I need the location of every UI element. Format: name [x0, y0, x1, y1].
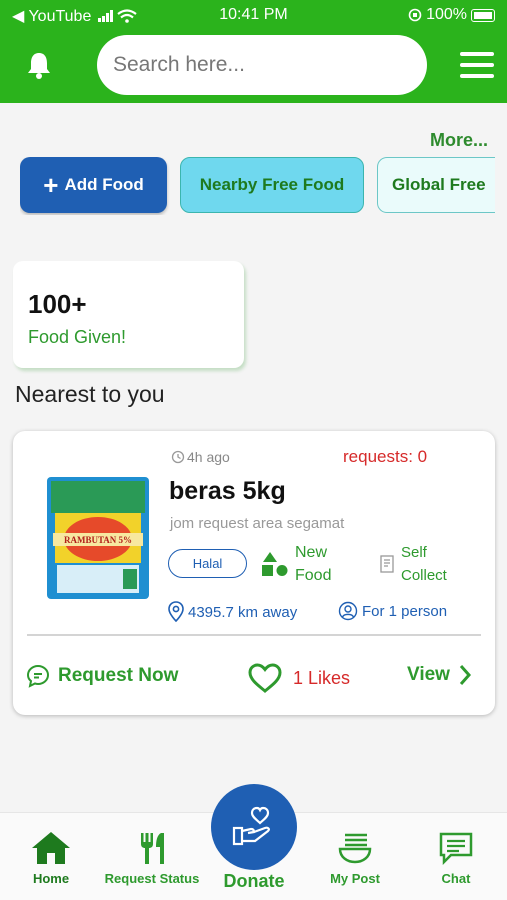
app-header: ◀ YouTube 10:41 PM 100%: [0, 0, 507, 103]
status-right: 100%: [408, 6, 495, 24]
new-food-line2: Food: [295, 567, 332, 584]
home-icon: [32, 832, 70, 864]
likes-count: 1 Likes: [293, 667, 351, 688]
food-image: RAMBUTAN 5%: [47, 477, 149, 599]
person-icon: [338, 601, 358, 621]
card-divider: [27, 634, 481, 636]
global-free-label: Global Free: [392, 175, 486, 194]
nav-request-status[interactable]: Request Status: [100, 831, 204, 886]
halal-badge: Halal: [168, 549, 247, 578]
portion-info: For 1 person: [338, 601, 447, 621]
view-label: View: [407, 664, 450, 685]
receipt-icon: [380, 555, 394, 573]
nav-my-post-label: My Post: [330, 871, 380, 886]
heart-icon: [248, 663, 282, 693]
nearby-free-food-button[interactable]: Nearby Free Food: [180, 157, 364, 213]
nav-request-status-label: Request Status: [104, 871, 200, 886]
nav-chat[interactable]: Chat: [425, 831, 487, 886]
distance-info: 4395.7 km away: [168, 601, 297, 623]
add-food-button[interactable]: + Add Food: [20, 157, 167, 213]
location-pin-icon: [168, 601, 184, 623]
self-collect-line2: Collect: [401, 567, 447, 584]
food-given-count: 100+: [28, 289, 87, 319]
request-now-button[interactable]: Request Now: [26, 664, 178, 688]
plus-icon: +: [43, 170, 59, 200]
noodle-bowl-icon: [338, 833, 372, 864]
distance-label: 4395.7 km away: [188, 603, 298, 621]
nav-home[interactable]: Home: [22, 831, 80, 886]
add-food-label: Add Food: [64, 175, 144, 194]
donate-hand-heart-icon: [232, 806, 270, 846]
donate-button[interactable]: [211, 784, 297, 870]
chat-icon: [439, 832, 473, 865]
posted-time: 4h ago: [171, 449, 230, 465]
battery-icon: [471, 8, 495, 22]
posted-time-label: 4h ago: [187, 449, 230, 465]
self-collect-tag: Self Collect: [379, 541, 447, 587]
section-title: Nearest to you: [15, 381, 165, 407]
portion-label: For 1 person: [362, 602, 448, 620]
self-collect-line1: Self: [401, 544, 427, 561]
more-link[interactable]: More...: [430, 130, 488, 151]
status-bar: ◀ YouTube 10:41 PM 100%: [0, 0, 507, 30]
global-free-button[interactable]: Global Free: [377, 157, 495, 213]
chat-bubble-icon: [26, 664, 50, 688]
search-input[interactable]: [97, 35, 427, 95]
food-description: jom request area segamat: [170, 515, 345, 532]
like-button[interactable]: 1 Likes: [247, 662, 350, 694]
chevron-right-icon: [459, 665, 471, 685]
battery-percent: 100%: [426, 6, 467, 23]
quick-actions: + Add Food Nearby Free Food Global Free: [20, 157, 495, 215]
orientation-lock-icon: [408, 8, 422, 22]
fork-knife-icon: [141, 833, 164, 864]
request-now-label: Request Now: [58, 665, 179, 686]
bell-icon[interactable]: [25, 50, 53, 80]
new-food-line1: New: [295, 544, 328, 561]
menu-icon[interactable]: [460, 52, 494, 78]
nearby-free-food-label: Nearby Free Food: [199, 175, 345, 194]
food-title: beras 5kg: [169, 477, 286, 505]
search-bar[interactable]: [97, 35, 427, 95]
donate-label[interactable]: Donate: [200, 871, 308, 892]
nav-home-label: Home: [32, 871, 70, 886]
shapes-icon: [262, 552, 288, 576]
food-given-card: 100+ Food Given!: [13, 261, 244, 368]
food-listing-card[interactable]: RAMBUTAN 5% 4h ago requests: 0 beras 5kg…: [13, 431, 495, 715]
requests-count: requests: 0: [343, 447, 428, 466]
clock-icon: [171, 450, 185, 464]
nav-chat-label: Chat: [441, 871, 471, 886]
food-given-label: Food Given!: [28, 327, 127, 347]
food-image-label: RAMBUTAN 5%: [64, 535, 132, 545]
view-button[interactable]: View: [407, 664, 472, 686]
new-food-tag: New Food: [261, 541, 331, 587]
nav-my-post[interactable]: My Post: [322, 831, 388, 886]
